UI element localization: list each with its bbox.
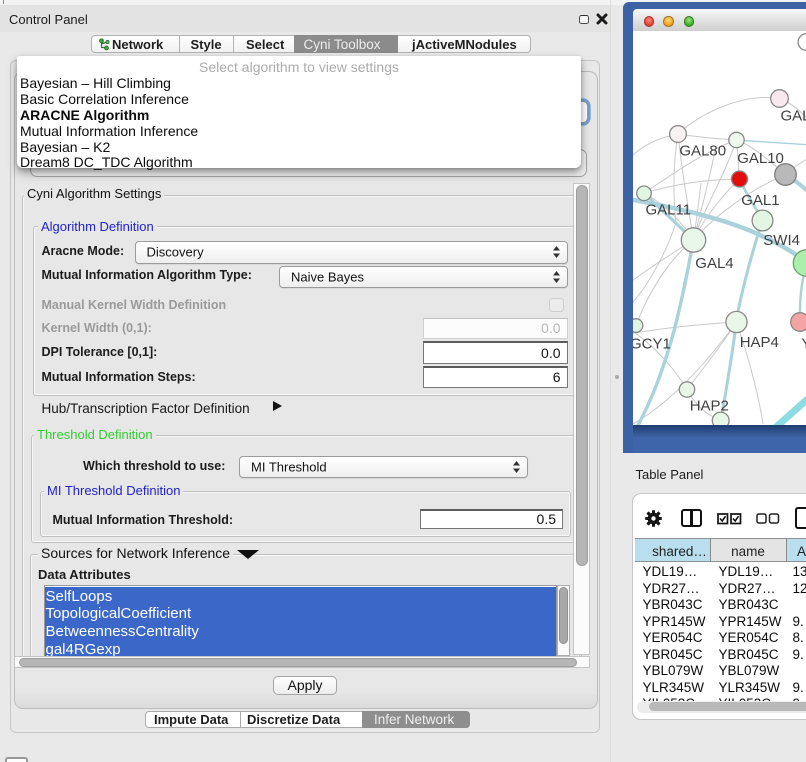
svg-text:Y: Y bbox=[801, 336, 806, 353]
svg-text:SWI4: SWI4 bbox=[763, 232, 800, 249]
svg-text:GAL10: GAL10 bbox=[737, 150, 784, 167]
svg-text:HAP2: HAP2 bbox=[689, 398, 728, 415]
svg-text:GAL4: GAL4 bbox=[695, 255, 733, 272]
svg-text:GAL80: GAL80 bbox=[679, 143, 726, 160]
svg-text:GAL1: GAL1 bbox=[741, 192, 779, 209]
svg-text:GCY1: GCY1 bbox=[633, 336, 671, 353]
svg-text:GAL8: GAL8 bbox=[780, 108, 806, 125]
svg-text:GAL11: GAL11 bbox=[645, 202, 691, 219]
svg-text:HAP4: HAP4 bbox=[739, 334, 778, 351]
